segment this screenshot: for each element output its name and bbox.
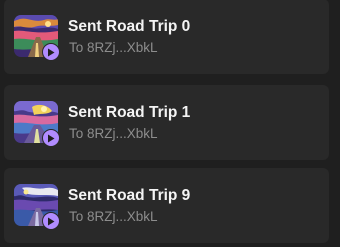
transaction-recipient: To 8RZj...XbkL — [69, 126, 158, 141]
transaction-title: Sent Road Trip 0 — [68, 18, 191, 35]
transaction-title: Sent Road Trip 1 — [68, 104, 191, 121]
transaction-recipient: To 8RZj...XbkL — [69, 40, 158, 55]
transaction-title: Sent Road Trip 9 — [68, 187, 191, 204]
nft-thumbnail — [14, 101, 60, 147]
transaction-list: Sent Road Trip 0 To 8RZj...XbkL Sent Roa… — [0, 0, 340, 247]
transaction-item[interactable]: Sent Road Trip 1 To 8RZj...XbkL — [4, 85, 329, 160]
transaction-recipient: To 8RZj...XbkL — [69, 209, 158, 224]
transaction-item[interactable]: Sent Road Trip 0 To 8RZj...XbkL — [4, 0, 329, 74]
nft-thumbnail — [14, 184, 60, 230]
nft-thumbnail — [14, 15, 60, 61]
send-arrow-icon — [42, 43, 60, 61]
send-arrow-icon — [42, 212, 60, 230]
send-arrow-icon — [42, 129, 60, 147]
transaction-item[interactable]: Sent Road Trip 9 To 8RZj...XbkL — [4, 168, 329, 243]
